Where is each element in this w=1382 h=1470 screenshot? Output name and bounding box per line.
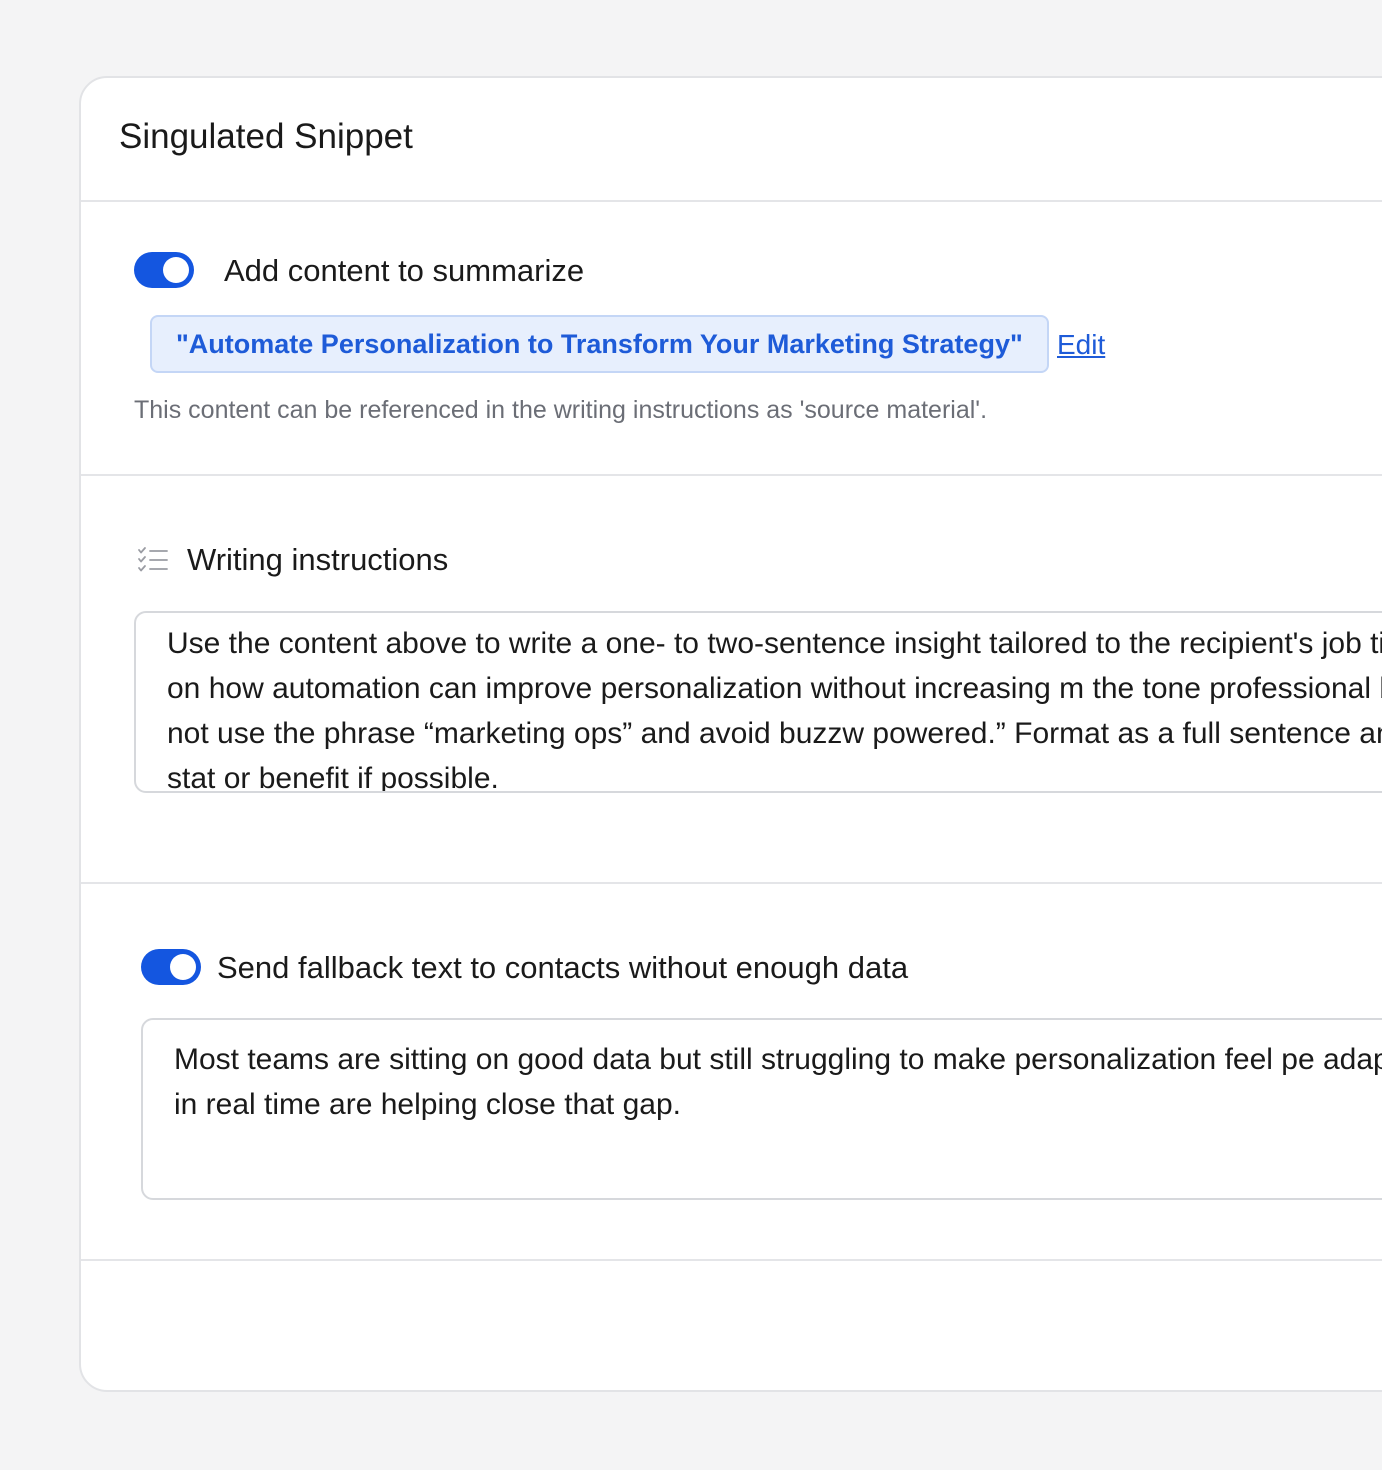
toggle-knob	[170, 954, 196, 980]
fallback-textarea[interactable]: Most teams are sitting on good data but …	[141, 1018, 1382, 1200]
header-divider	[81, 200, 1382, 202]
source-helper-text: This content can be referenced in the wr…	[134, 396, 988, 424]
writing-instructions-label: Writing instructions	[187, 542, 449, 577]
edit-link[interactable]: Edit	[1057, 328, 1105, 362]
summarize-label: Add content to summarize	[224, 253, 585, 288]
fallback-text: Most teams are sitting on good data but …	[174, 1043, 1382, 1121]
toggle-knob	[163, 257, 189, 283]
card-title: Singulated Snippet	[119, 117, 413, 156]
section-divider-1	[81, 474, 1382, 476]
summarize-toggle[interactable]	[134, 252, 194, 288]
writing-instructions-text: Use the content above to write a one- to…	[167, 627, 1382, 793]
content-chip[interactable]: "Automate Personalization to Transform Y…	[150, 315, 1049, 373]
checklist-icon	[138, 547, 168, 572]
section-divider-3	[81, 1259, 1382, 1261]
snippet-card: Singulated Snippet Add content to summar…	[79, 76, 1382, 1392]
writing-instructions-textarea[interactable]: Use the content above to write a one- to…	[134, 611, 1382, 793]
section-divider-2	[81, 882, 1382, 884]
fallback-label: Send fallback text to contacts without e…	[217, 950, 909, 985]
fallback-toggle[interactable]	[141, 949, 201, 985]
